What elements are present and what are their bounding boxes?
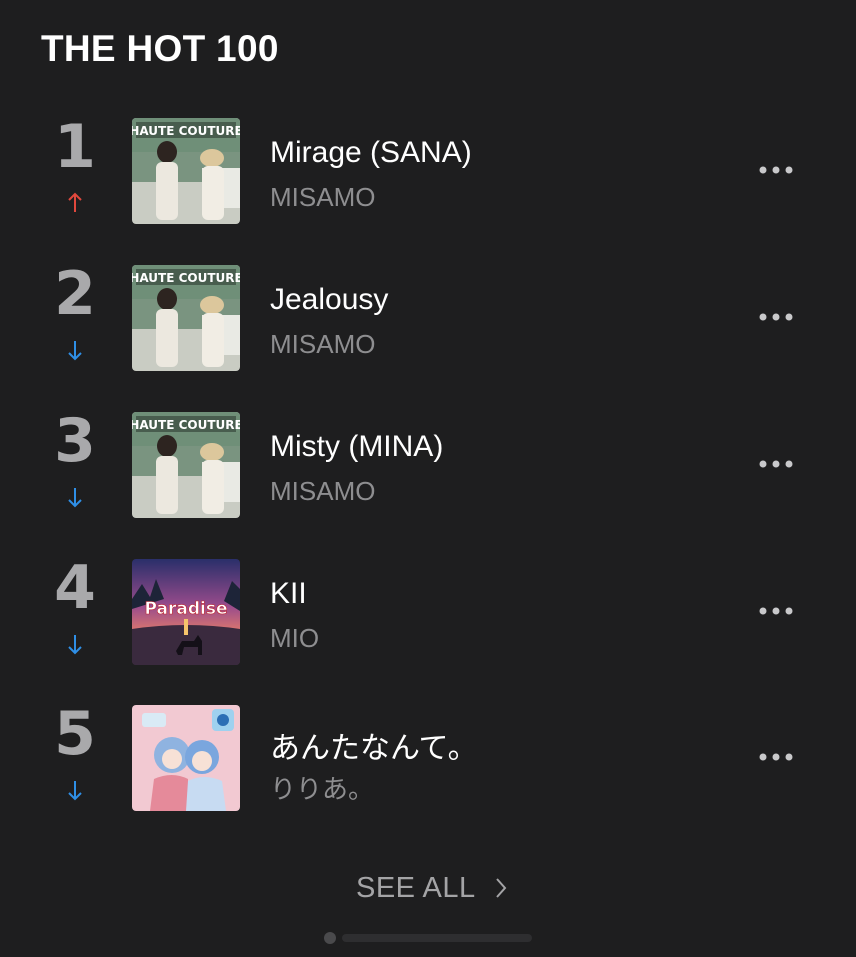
album-cover: HAUTE COUTURE	[132, 412, 240, 518]
artist-name[interactable]: りりあ。	[270, 769, 374, 806]
rank-number: 2	[54, 259, 96, 329]
song-title[interactable]: Jealousy	[270, 283, 388, 317]
trend-up-icon	[68, 192, 82, 212]
chart-row[interactable]: 3 HAUTE COUTURE Misty (MINA) MISAMO	[0, 410, 856, 520]
cover-caption: Paradise	[145, 599, 228, 619]
chart-row[interactable]: 2 HAUTE COUTURE Jealousy MISAMO	[0, 263, 856, 373]
chart-row[interactable]: 4 Paradise KII MIO	[0, 557, 856, 667]
album-cover: HAUTE COUTURE	[132, 265, 240, 371]
album-cover	[132, 705, 240, 811]
trend-down-icon	[68, 341, 82, 361]
cover-caption: HAUTE COUTURE	[132, 418, 240, 432]
more-options-icon[interactable]	[754, 158, 798, 182]
see-all-label: SEE ALL	[356, 871, 476, 904]
cover-caption: HAUTE COUTURE	[132, 271, 240, 285]
watermark-logo	[324, 932, 532, 944]
rank-number: 5	[54, 699, 96, 769]
more-options-icon[interactable]	[754, 305, 798, 329]
chevron-right-icon	[495, 878, 506, 898]
more-options-icon[interactable]	[754, 599, 798, 623]
rank-number: 3	[54, 406, 96, 476]
rank-number: 1	[54, 112, 96, 182]
trend-down-icon	[68, 635, 82, 655]
rank-number: 4	[54, 553, 96, 623]
song-title[interactable]: Misty (MINA)	[270, 430, 443, 464]
chart-row[interactable]: 5 あんたなんて。 りりあ。	[0, 703, 856, 813]
see-all-button[interactable]: SEE ALL	[356, 868, 508, 908]
trend-down-icon	[68, 488, 82, 508]
chart-row[interactable]: 1 HAUTE COUTURE Mirage (SANA) MISAMO	[0, 116, 856, 226]
song-title[interactable]: あんたなんて。	[270, 723, 478, 767]
more-options-icon[interactable]	[754, 452, 798, 476]
song-title[interactable]: KII	[270, 577, 307, 611]
album-cover: HAUTE COUTURE	[132, 118, 240, 224]
artist-name[interactable]: MISAMO	[270, 329, 375, 360]
trend-down-icon	[68, 781, 82, 801]
song-title[interactable]: Mirage (SANA)	[270, 136, 472, 170]
cover-caption: HAUTE COUTURE	[132, 124, 240, 138]
artist-name[interactable]: MISAMO	[270, 476, 375, 507]
artist-name[interactable]: MISAMO	[270, 182, 375, 213]
more-options-icon[interactable]	[754, 745, 798, 769]
page-title: THE HOT 100	[41, 28, 279, 69]
album-cover: Paradise	[132, 559, 240, 665]
artist-name[interactable]: MIO	[270, 623, 319, 654]
